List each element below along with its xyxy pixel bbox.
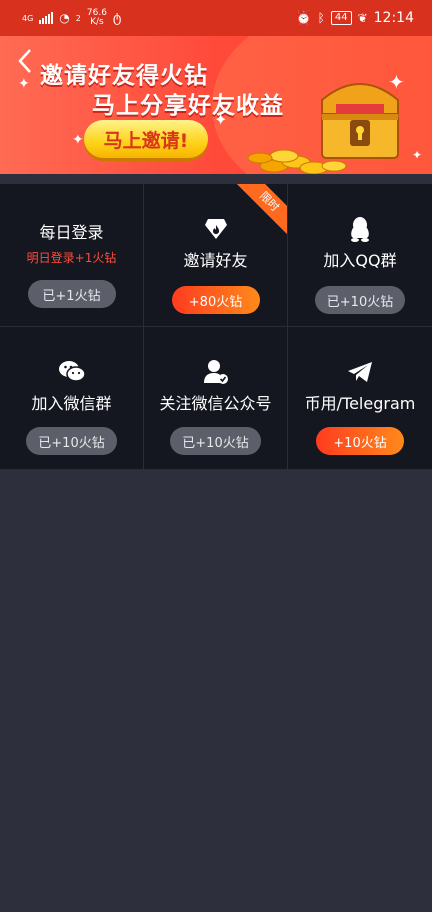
status-bar: 4G ◔ 2 76.6 K/s ტ ⏰ ᛒ 44 ❦ 12:14 <box>0 0 432 36</box>
task-join-qq[interactable]: 加入QQ群 已+10火钻 <box>288 184 432 327</box>
bluetooth-icon: ᛒ <box>317 11 325 25</box>
task-daily-login[interactable]: 每日登录 明日登录+1火钻 已+1火钻 <box>0 184 144 327</box>
sparkle-icon: ✦ <box>214 110 228 129</box>
reward-button[interactable]: 已+10火钻 <box>26 427 117 455</box>
task-telegram[interactable]: 币用/Telegram +10火钻 <box>288 327 432 470</box>
invite-now-button[interactable]: 马上邀请! <box>84 120 208 158</box>
treasure-chest-icon <box>321 83 399 159</box>
wifi-icon: ◔ <box>59 11 70 25</box>
task-title: 加入QQ群 <box>323 251 397 270</box>
reward-button[interactable]: 已+1火钻 <box>27 280 116 308</box>
task-follow-wechat-account[interactable]: 关注微信公众号 已+10火钻 <box>144 327 288 470</box>
banner-subtitle: 马上分享好友收益 <box>92 93 284 119</box>
network-type: 4G <box>22 13 34 23</box>
task-title: 每日登录 <box>39 223 104 242</box>
task-title: 关注微信公众号 <box>159 394 272 413</box>
task-title: 币用/Telegram <box>304 394 416 413</box>
notification-icon: ტ <box>112 10 122 26</box>
user-verified-icon <box>203 359 229 385</box>
task-invite-friends[interactable]: 限时 邀请好友 +80火钻 <box>144 184 288 327</box>
qq-icon <box>349 216 371 242</box>
limited-time-badge: 限时 <box>233 184 287 238</box>
diamond-flame-icon <box>204 216 228 242</box>
reward-button[interactable]: 已+10火钻 <box>314 286 406 314</box>
leaf-icon: ❦ <box>357 11 368 25</box>
net-speed-unit: K/s <box>90 17 104 27</box>
task-grid: 每日登录 明日登录+1火钻 已+1火钻 限时 邀请好友 +80火钻 加入QQ群 … <box>0 184 432 470</box>
telegram-icon <box>347 359 373 385</box>
task-join-wechat-group[interactable]: 加入微信群 已+10火钻 <box>0 327 144 470</box>
sparkle-icon: ✦ <box>18 76 30 92</box>
net-speed: 76.6 K/s <box>87 9 107 27</box>
reward-button[interactable]: +80火钻 <box>171 286 260 314</box>
task-title: 加入微信群 <box>31 394 112 413</box>
back-arrow-icon[interactable] <box>16 48 38 78</box>
reward-button[interactable]: 已+10火钻 <box>170 427 261 455</box>
status-left: 4G ◔ 2 76.6 K/s ტ <box>22 9 121 27</box>
status-right: ⏰ ᛒ 44 ❦ 12:14 <box>295 10 414 26</box>
alarm-icon: ⏰ <box>295 10 312 26</box>
wifi-level: 2 <box>75 13 81 23</box>
task-hint: 明日登录+1火钻 <box>26 251 117 265</box>
sparkle-icon: ✦ <box>72 132 84 148</box>
banner-title: 邀请好友得火钻 <box>40 63 208 89</box>
invite-banner[interactable]: 邀请好友得火钻 马上分享好友收益 马上邀请! ✦ ✦ ✦ ✦ ✦ <box>0 36 432 174</box>
signal-icon <box>39 12 54 24</box>
reward-button[interactable]: +10火钻 <box>316 427 404 455</box>
empty-content-area <box>0 470 432 912</box>
task-title: 邀请好友 <box>183 251 248 270</box>
clock: 12:14 <box>373 10 414 26</box>
sparkle-icon: ✦ <box>412 148 423 162</box>
battery-icon: 44 <box>330 11 352 25</box>
wechat-icon <box>58 359 86 385</box>
